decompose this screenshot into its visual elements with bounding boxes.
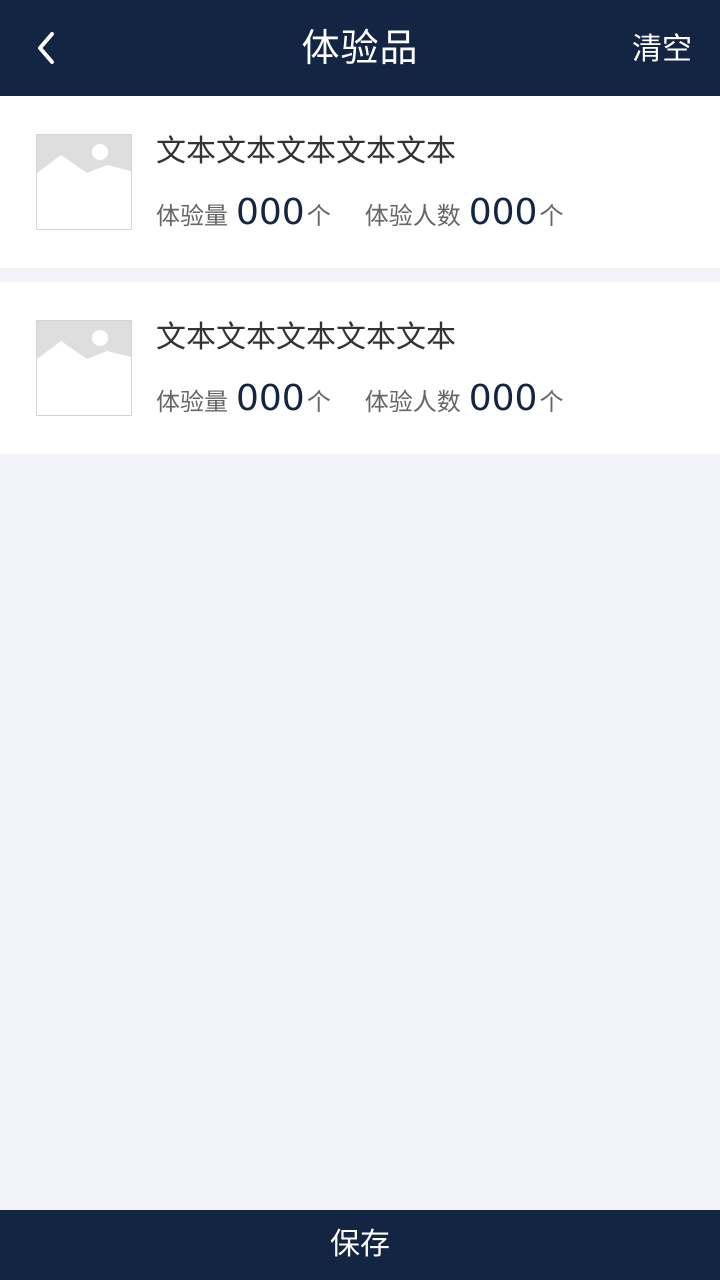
people-label: 体验人数 [364, 388, 461, 416]
header-bar: 体验品 清空 [0, 0, 720, 96]
screen: 体验品 清空 文本文本文本文本文本 体验量 000 个 体验人数 000 个 文… [0, 0, 720, 1280]
item-stats: 体验量 000 个 体验人数 000 个 [156, 192, 563, 236]
item-title: 文本文本文本文本文本 [156, 134, 456, 169]
image-placeholder-icon [36, 134, 132, 230]
experience-value: 000 [236, 192, 305, 233]
page-title: 体验品 [301, 26, 419, 70]
clear-button[interactable]: 清空 [632, 0, 692, 96]
people-unit: 个 [539, 202, 564, 230]
chevron-left-icon [38, 32, 54, 64]
people-value: 000 [468, 378, 538, 419]
save-button[interactable]: 保存 [0, 1210, 720, 1280]
item-title: 文本文本文本文本文本 [156, 320, 456, 355]
image-placeholder-icon [36, 320, 132, 416]
list-item[interactable]: 文本文本文本文本文本 体验量 000 个 体验人数 000 个 [0, 96, 720, 268]
people-value: 000 [468, 192, 538, 233]
experience-value: 000 [236, 378, 305, 419]
item-list: 文本文本文本文本文本 体验量 000 个 体验人数 000 个 文本文本文本文本… [0, 96, 720, 468]
experience-label: 体验量 [156, 388, 228, 416]
experience-unit: 个 [306, 388, 331, 416]
back-button[interactable] [22, 24, 70, 72]
experience-label: 体验量 [156, 202, 228, 230]
experience-unit: 个 [306, 202, 331, 230]
people-unit: 个 [539, 388, 564, 416]
people-label: 体验人数 [364, 202, 461, 230]
item-stats: 体验量 000 个 体验人数 000 个 [156, 378, 563, 422]
list-item[interactable]: 文本文本文本文本文本 体验量 000 个 体验人数 000 个 [0, 282, 720, 454]
